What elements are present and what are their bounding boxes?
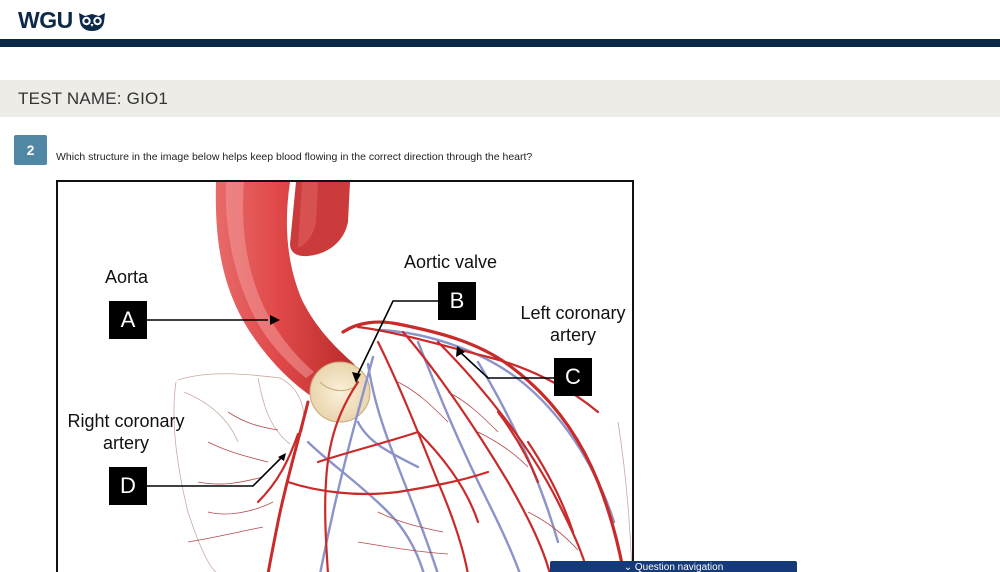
wgu-logo[interactable]: WGU — [18, 7, 107, 34]
heart-diagram: Aorta Aortic valve Left coronary artery … — [56, 180, 634, 572]
label-left-coronary-line2: artery — [549, 325, 596, 345]
heart-illustration — [147, 182, 632, 572]
label-right-coronary-artery: Right coronary artery — [62, 410, 190, 454]
question-number-badge: 2 — [14, 135, 47, 165]
question-text: Which structure in the image below helps… — [56, 151, 533, 163]
heart-outline — [173, 373, 632, 572]
label-aortic-valve: Aortic valve — [404, 252, 498, 272]
app-header: WGU — [0, 0, 1000, 47]
marker-d: D — [109, 467, 147, 505]
logo-text: WGU — [18, 7, 73, 33]
marker-c: C — [554, 358, 592, 396]
marker-b: B — [438, 282, 476, 320]
test-name: TEST NAME: GIO1 — [18, 89, 168, 109]
test-name-banner: TEST NAME: GIO1 — [0, 80, 1000, 117]
label-right-coronary-line1: Right coronary — [67, 411, 185, 431]
marker-a: A — [109, 301, 147, 339]
header-divider-bar — [0, 39, 1000, 47]
question-navigation-button[interactable]: ⌄ Question navigation — [550, 561, 797, 572]
test-name-value: GIO1 — [126, 89, 169, 108]
test-name-label: TEST NAME: — [18, 89, 122, 108]
owl-icon — [78, 12, 105, 31]
label-left-coronary-line1: Left coronary — [520, 303, 626, 323]
label-right-coronary-line2: artery — [102, 433, 149, 453]
label-aorta: Aorta — [105, 267, 149, 287]
small-vessels — [187, 381, 579, 555]
label-left-coronary-artery: Left coronary artery — [514, 302, 632, 346]
